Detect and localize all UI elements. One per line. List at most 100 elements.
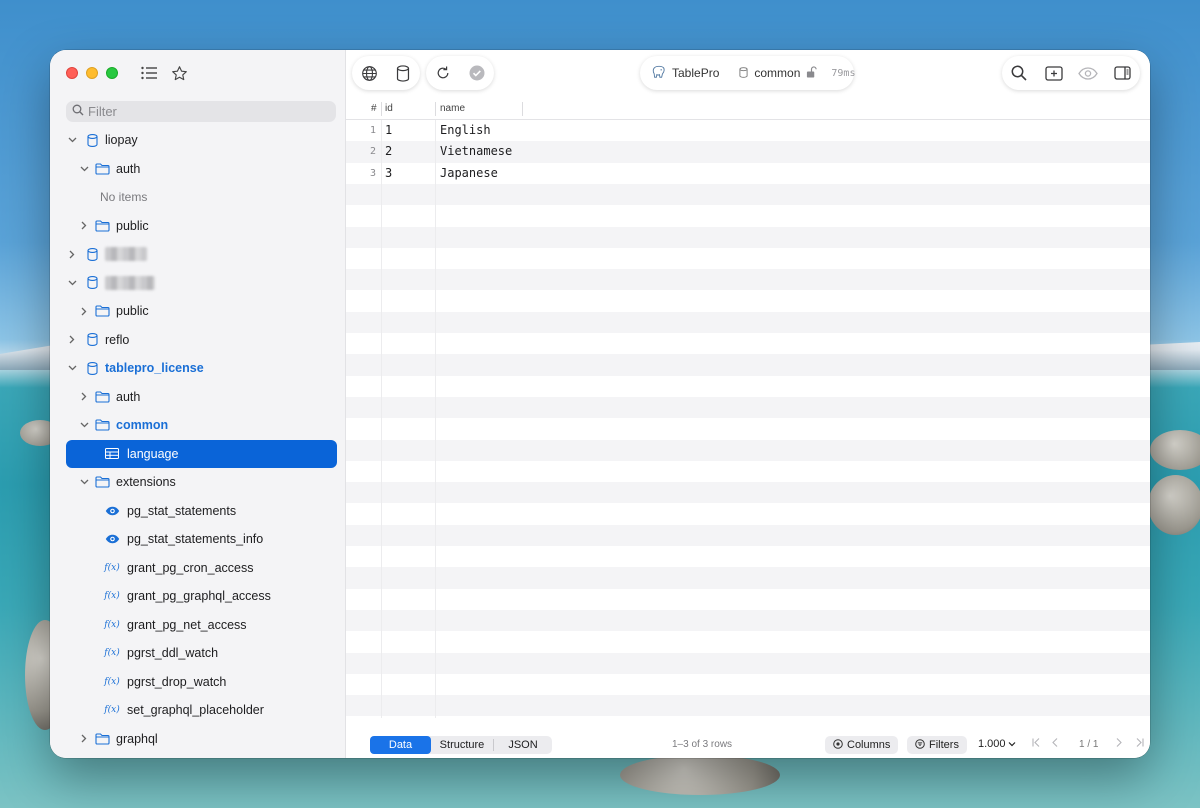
table-row[interactable]: [346, 695, 1150, 717]
sidebar-item-function[interactable]: f(x) grant_pg_graphql_access: [50, 582, 346, 611]
previous-page-icon[interactable]: [1052, 738, 1058, 750]
table-row[interactable]: [346, 333, 1150, 354]
table-row[interactable]: [346, 248, 1150, 269]
next-page-icon[interactable]: [1116, 738, 1122, 750]
sidebar-item-view[interactable]: pg_stat_statements: [50, 497, 346, 526]
cell-id[interactable]: 2: [385, 144, 392, 158]
zoom-window-button[interactable]: [106, 67, 118, 79]
table-row[interactable]: [346, 631, 1150, 652]
table-row[interactable]: [346, 354, 1150, 376]
cell-name[interactable]: English: [440, 123, 491, 137]
chevron-right-icon[interactable]: [67, 335, 77, 345]
table-row[interactable]: [346, 589, 1150, 610]
sidebar-item-label: pgrst_drop_watch: [127, 674, 227, 689]
column-separator[interactable]: [522, 102, 523, 116]
row-limit-select[interactable]: 1.000: [978, 738, 1016, 750]
table-row[interactable]: [346, 674, 1150, 695]
chevron-down-icon[interactable]: [67, 135, 77, 145]
sidebar-item-database[interactable]: reflo: [50, 326, 346, 355]
tab-structure[interactable]: Structure: [431, 736, 493, 754]
table-row[interactable]: 2 2 Vietnamese: [346, 141, 1150, 163]
cell-id[interactable]: 1: [385, 123, 392, 137]
table-row[interactable]: [346, 376, 1150, 397]
first-page-icon[interactable]: [1032, 738, 1040, 750]
sidebar-item-table[interactable]: language: [66, 439, 337, 468]
chevron-right-icon[interactable]: [79, 734, 89, 744]
close-window-button[interactable]: [66, 67, 78, 79]
sidebar-item-database[interactable]: liopay: [50, 126, 346, 155]
chevron-right-icon[interactable]: [79, 221, 89, 231]
table-row[interactable]: [346, 418, 1150, 439]
chevron-down-icon[interactable]: [67, 363, 77, 373]
sidebar-item-database[interactable]: tablepro_license: [50, 354, 346, 383]
chevron-down-icon[interactable]: [79, 420, 89, 430]
sidebar-item-schema[interactable]: common: [50, 411, 346, 440]
table-row[interactable]: [346, 461, 1150, 482]
table-row[interactable]: [346, 567, 1150, 589]
sidebar-item-view[interactable]: pg_stat_statements_info: [50, 525, 346, 554]
sidebar-item-schema[interactable]: public: [50, 212, 346, 241]
sidebar-item-function[interactable]: f(x) set_graphql_placeholder: [50, 696, 346, 725]
sidebar-item-schema[interactable]: auth: [50, 155, 346, 184]
table-row[interactable]: 3 3 Japanese: [346, 163, 1150, 184]
unlock-icon[interactable]: [806, 65, 818, 81]
table-row[interactable]: [346, 290, 1150, 311]
sidebar-item-schema[interactable]: public: [50, 297, 346, 326]
column-separator[interactable]: [435, 102, 436, 116]
tab-json[interactable]: JSON: [494, 736, 552, 754]
sidebar-item-function[interactable]: f(x) pgrst_ddl_watch: [50, 639, 346, 668]
last-page-icon[interactable]: [1136, 738, 1144, 750]
table-row[interactable]: [346, 503, 1150, 524]
chevron-right-icon[interactable]: [67, 249, 77, 259]
sidebar-item-function[interactable]: f(x) grant_pg_net_access: [50, 611, 346, 640]
table-row[interactable]: [346, 546, 1150, 567]
column-header-name[interactable]: name: [440, 103, 465, 114]
column-separator[interactable]: [381, 102, 382, 116]
database-icon[interactable]: [386, 56, 420, 90]
columns-button[interactable]: Columns: [825, 736, 899, 754]
sidebar-item-schema[interactable]: extensions: [50, 468, 346, 497]
filter-field[interactable]: [66, 101, 336, 122]
table-row[interactable]: 1 1 English: [346, 120, 1150, 141]
minimize-window-button[interactable]: [86, 67, 98, 79]
cell-name[interactable]: Japanese: [440, 166, 498, 180]
table-row[interactable]: [346, 226, 1150, 248]
table-row[interactable]: [346, 311, 1150, 333]
table-row[interactable]: [346, 609, 1150, 632]
table-row[interactable]: [346, 396, 1150, 419]
cell-name[interactable]: Vietnamese: [440, 144, 512, 158]
filters-button[interactable]: Filters: [907, 736, 967, 754]
refresh-icon[interactable]: [426, 56, 460, 90]
tab-data[interactable]: Data: [370, 736, 431, 754]
sidebar-item-function[interactable]: f(x) pgrst_drop_watch: [50, 668, 346, 697]
chevron-right-icon[interactable]: [79, 306, 89, 316]
list-icon[interactable]: [139, 63, 159, 83]
chevron-down-icon[interactable]: [79, 164, 89, 174]
sidebar-item-schema[interactable]: auth: [50, 383, 346, 412]
sidebar-item-function[interactable]: f(x) grant_pg_cron_access: [50, 554, 346, 583]
table-row[interactable]: [346, 524, 1150, 546]
chevron-down-icon[interactable]: [67, 278, 77, 288]
table-row[interactable]: [346, 652, 1150, 674]
table-row[interactable]: [346, 205, 1150, 226]
table-row[interactable]: [346, 269, 1150, 291]
inspector-panel-icon[interactable]: [1106, 56, 1140, 90]
commit-check-icon[interactable]: [460, 56, 494, 90]
globe-icon[interactable]: [352, 56, 386, 90]
sidebar-item-database-redacted[interactable]: [50, 240, 346, 269]
chevron-down-icon[interactable]: [79, 477, 89, 487]
preview-eye-icon[interactable]: [1071, 56, 1105, 90]
filter-input[interactable]: [88, 104, 328, 119]
column-header-id[interactable]: id: [385, 103, 393, 114]
search-icon[interactable]: [1002, 56, 1036, 90]
new-tab-icon[interactable]: [1037, 56, 1071, 90]
sidebar-item-schema[interactable]: graphql: [50, 725, 346, 754]
sidebar-item-database-redacted[interactable]: [50, 269, 346, 298]
table-row[interactable]: [346, 439, 1150, 461]
star-icon[interactable]: [169, 63, 189, 83]
column-header-rownum[interactable]: #: [371, 103, 377, 114]
cell-id[interactable]: 3: [385, 166, 392, 180]
chevron-right-icon[interactable]: [79, 392, 89, 402]
table-row[interactable]: [346, 482, 1150, 504]
table-row[interactable]: [346, 183, 1150, 206]
